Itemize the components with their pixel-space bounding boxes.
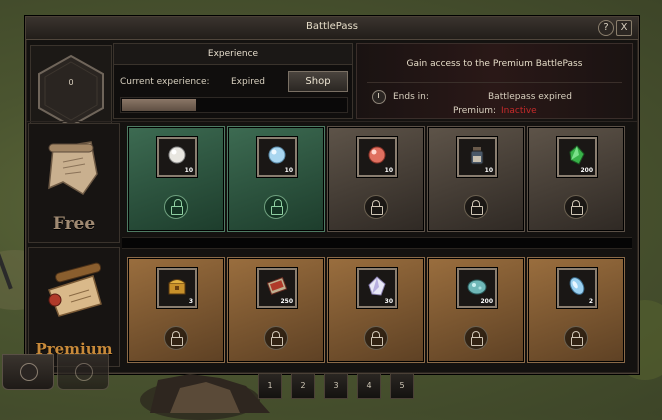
footer-tab-main[interactable] [2,354,54,390]
free-track-badge: Free [28,123,120,243]
close-button[interactable]: X [616,20,632,36]
hexagon-frame-icon [38,54,104,128]
premium-reward-slot[interactable]: 250 [227,257,325,363]
item-quantity: 200 [580,167,593,174]
item-quantity: 200 [480,298,493,305]
background-character [150,374,270,413]
emblem-icon [20,363,38,381]
lock-icon [464,326,488,350]
item-frame[interactable]: 250 [257,268,297,308]
lock-icon [464,195,488,219]
divider [367,82,622,83]
premium-label: Premium: [453,106,497,116]
item-quantity: 30 [384,298,393,305]
item-frame[interactable]: 10 [157,137,197,177]
experience-progress-fill [122,99,196,111]
red-scroll-icon [267,276,287,296]
premium-track-badge: Premium [28,247,120,367]
clock-icon [372,90,386,104]
item-frame[interactable]: 2 [557,268,597,308]
experience-progress-bar [120,97,348,113]
teal-ore-icon [467,279,487,295]
free-reward-slot[interactable]: 200 [527,126,625,232]
current-experience-label: Current experience: [120,77,210,87]
footer-tab-secondary[interactable] [57,354,109,390]
green-crystal-icon [569,145,585,165]
free-track-name: Free [52,214,96,234]
free-reward-slot[interactable]: 10 [127,126,225,232]
item-frame[interactable]: 200 [457,268,497,308]
premium-reward-slot[interactable]: 2 [527,257,625,363]
ends-in-label: Ends in: [393,92,429,102]
item-frame[interactable]: 10 [257,137,297,177]
current-experience-value: Expired [231,77,265,87]
ends-in-value: Battlepass expired [488,92,572,102]
lock-icon [564,326,588,350]
item-quantity: 250 [280,298,293,305]
red-pearl-icon [368,146,386,164]
item-frame[interactable]: 200 [557,137,597,177]
item-frame[interactable]: 3 [157,268,197,308]
premium-reward-slot[interactable]: 30 [327,257,425,363]
item-quantity: 10 [284,167,293,174]
premium-status: Inactive [501,106,537,116]
item-frame[interactable]: 30 [357,268,397,308]
white-crystal-icon [368,276,386,296]
free-reward-slot[interactable]: 10 [227,126,325,232]
item-frame[interactable]: 10 [357,137,397,177]
emblem-icon [75,363,93,381]
lock-icon [364,195,388,219]
help-button[interactable]: ? [598,20,614,36]
shop-button[interactable]: Shop [288,71,348,92]
white-pearl-icon [168,146,186,164]
item-frame[interactable]: 10 [457,137,497,177]
blue-stone-icon [569,277,585,295]
premium-access-text[interactable]: Gain access to the Premium BattlePass [357,59,632,69]
item-quantity: 3 [188,298,193,305]
free-reward-slot[interactable]: 10 [327,126,425,232]
page-button[interactable]: 2 [291,373,315,399]
page-button[interactable]: 4 [357,373,381,399]
unlock-icon [164,195,188,219]
battlepass-window: BattlePass ? X 0 Experience Current expe… [25,16,639,374]
free-scroll-icon [48,141,98,196]
item-quantity: 10 [184,167,193,174]
experience-header: Experience [114,44,352,65]
titlebar[interactable]: BattlePass ? X [26,17,638,40]
item-quantity: 10 [484,167,493,174]
premium-scroll-icon [48,262,102,317]
unlock-icon [264,195,288,219]
experience-panel: Experience Current experience: Expired S… [113,43,353,119]
page-button[interactable]: 3 [324,373,348,399]
potion-flask-icon [470,147,484,165]
gold-chest-icon [168,279,186,295]
lock-icon [564,195,588,219]
item-quantity: 2 [588,298,593,305]
divider [26,121,638,122]
window-title: BattlePass [306,21,358,32]
page-button[interactable]: 5 [390,373,414,399]
premium-reward-slot[interactable]: 200 [427,257,525,363]
premium-panel[interactable]: Gain access to the Premium BattlePass En… [356,43,633,119]
level-value: 0 [68,78,74,87]
premium-reward-slot[interactable]: 3 [127,257,225,363]
blue-pearl-icon [268,146,286,164]
free-reward-slot[interactable]: 10 [427,126,525,232]
lock-icon [164,326,188,350]
lock-icon [264,326,288,350]
lock-icon [364,326,388,350]
track-divider [122,237,632,249]
item-quantity: 10 [384,167,393,174]
